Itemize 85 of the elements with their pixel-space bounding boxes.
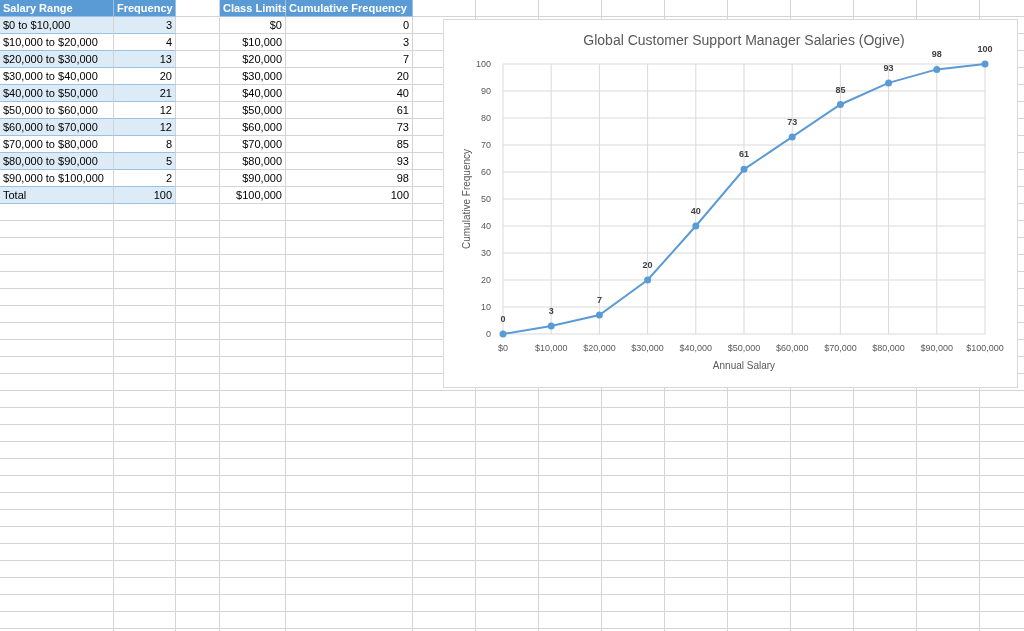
axis-tick-label: $80,000 <box>872 343 905 353</box>
table-cell: $30,000 <box>220 68 286 85</box>
data-point <box>788 133 796 141</box>
axis-title: Annual Salary <box>712 360 776 371</box>
data-point <box>692 222 700 230</box>
table-cell: $60,000 to $70,000 <box>0 119 114 136</box>
axis-tick-label: $10,000 <box>534 343 568 353</box>
table-cell: 0 <box>286 17 413 34</box>
axis-tick-label: $90,000 <box>920 343 954 353</box>
data-point <box>499 330 507 338</box>
axis-title: Cumulative Frequency <box>461 149 472 249</box>
table-cell: $10,000 <box>220 34 286 51</box>
axis-tick-label: $50,000 <box>727 343 761 353</box>
table-cell: $60,000 <box>220 119 286 136</box>
table-cell: $50,000 <box>220 102 286 119</box>
table-cell: 100 <box>286 187 413 204</box>
axis-tick-label: $0 <box>498 343 508 353</box>
table-cell: $80,000 to $90,000 <box>0 153 114 170</box>
axis-tick-label: 60 <box>481 167 491 177</box>
data-label: 0 <box>500 314 506 324</box>
table-cell: $0 to $10,000 <box>0 17 114 34</box>
data-label: 85 <box>835 84 846 95</box>
table-cell: $0 <box>220 17 286 34</box>
table-cell: 21 <box>114 85 176 102</box>
axis-tick-label: $100,000 <box>966 343 1004 353</box>
table-cell: 40 <box>286 85 413 102</box>
axis-tick-label: 20 <box>481 275 491 285</box>
table-cell: 7 <box>286 51 413 68</box>
table-cell: $20,000 to $30,000 <box>0 51 114 68</box>
column-header: Class Limits <box>220 0 286 17</box>
axis-tick-label: 50 <box>481 194 491 204</box>
data-label: 3 <box>548 305 554 316</box>
data-point <box>547 322 555 330</box>
table-cell: 85 <box>286 136 413 153</box>
table-cell: $40,000 to $50,000 <box>0 85 114 102</box>
axis-tick-label: 100 <box>475 59 491 69</box>
axis-tick-label: 10 <box>481 302 491 312</box>
data-point <box>836 101 844 108</box>
axis-tick-label: $70,000 <box>824 343 857 353</box>
data-point <box>644 276 652 284</box>
table-cell: 12 <box>114 119 176 136</box>
axis-tick-label: 30 <box>481 248 491 258</box>
axis-tick-label: $20,000 <box>583 343 616 353</box>
data-point <box>981 60 989 68</box>
chart-title: Global Customer Support Manager Salaries (Ogive) <box>583 32 905 48</box>
table-cell: 13 <box>114 51 176 68</box>
table-cell: $80,000 <box>220 153 286 170</box>
table-cell: 5 <box>114 153 176 170</box>
data-label: 40 <box>690 206 701 216</box>
column-header: Salary Range <box>0 0 114 17</box>
table-cell: 3 <box>286 34 413 51</box>
data-point <box>933 65 941 73</box>
table-cell: 20 <box>286 68 413 85</box>
data-label: 100 <box>977 44 993 54</box>
data-label: 98 <box>931 49 942 60</box>
table-cell: $40,000 <box>220 85 286 102</box>
column-header: Frequency <box>114 0 176 17</box>
data-label: 93 <box>883 62 894 73</box>
data-label: 7 <box>596 295 602 306</box>
table-cell: 93 <box>286 153 413 170</box>
axis-tick-label: $30,000 <box>631 343 664 353</box>
data-point <box>595 311 603 319</box>
axis-tick-label: $60,000 <box>775 343 809 353</box>
axis-tick-label: 70 <box>481 140 491 150</box>
data-label: 20 <box>642 260 653 270</box>
axis-tick-label: 80 <box>481 113 491 123</box>
table-cell: $100,000 <box>220 187 286 204</box>
axis-tick-label: 90 <box>481 86 491 96</box>
data-point <box>740 165 748 173</box>
table-cell: 98 <box>286 170 413 187</box>
table-cell: 100 <box>114 187 176 204</box>
data-point <box>885 79 893 87</box>
table-cell: $70,000 <box>220 136 286 153</box>
column-header: Cumulative Frequency <box>286 0 413 17</box>
axis-tick-label: $40,000 <box>679 343 713 353</box>
table-cell: 3 <box>114 17 176 34</box>
data-label: 61 <box>739 149 749 160</box>
table-cell: $90,000 <box>220 170 286 187</box>
table-cell: Total <box>0 187 114 204</box>
data-label: 73 <box>787 116 798 127</box>
table-cell: $20,000 <box>220 51 286 68</box>
axis-tick-label: 40 <box>481 221 491 231</box>
table-cell: 73 <box>286 119 413 136</box>
axis-tick-label: 0 <box>486 329 491 339</box>
table-cell: 61 <box>286 102 413 119</box>
